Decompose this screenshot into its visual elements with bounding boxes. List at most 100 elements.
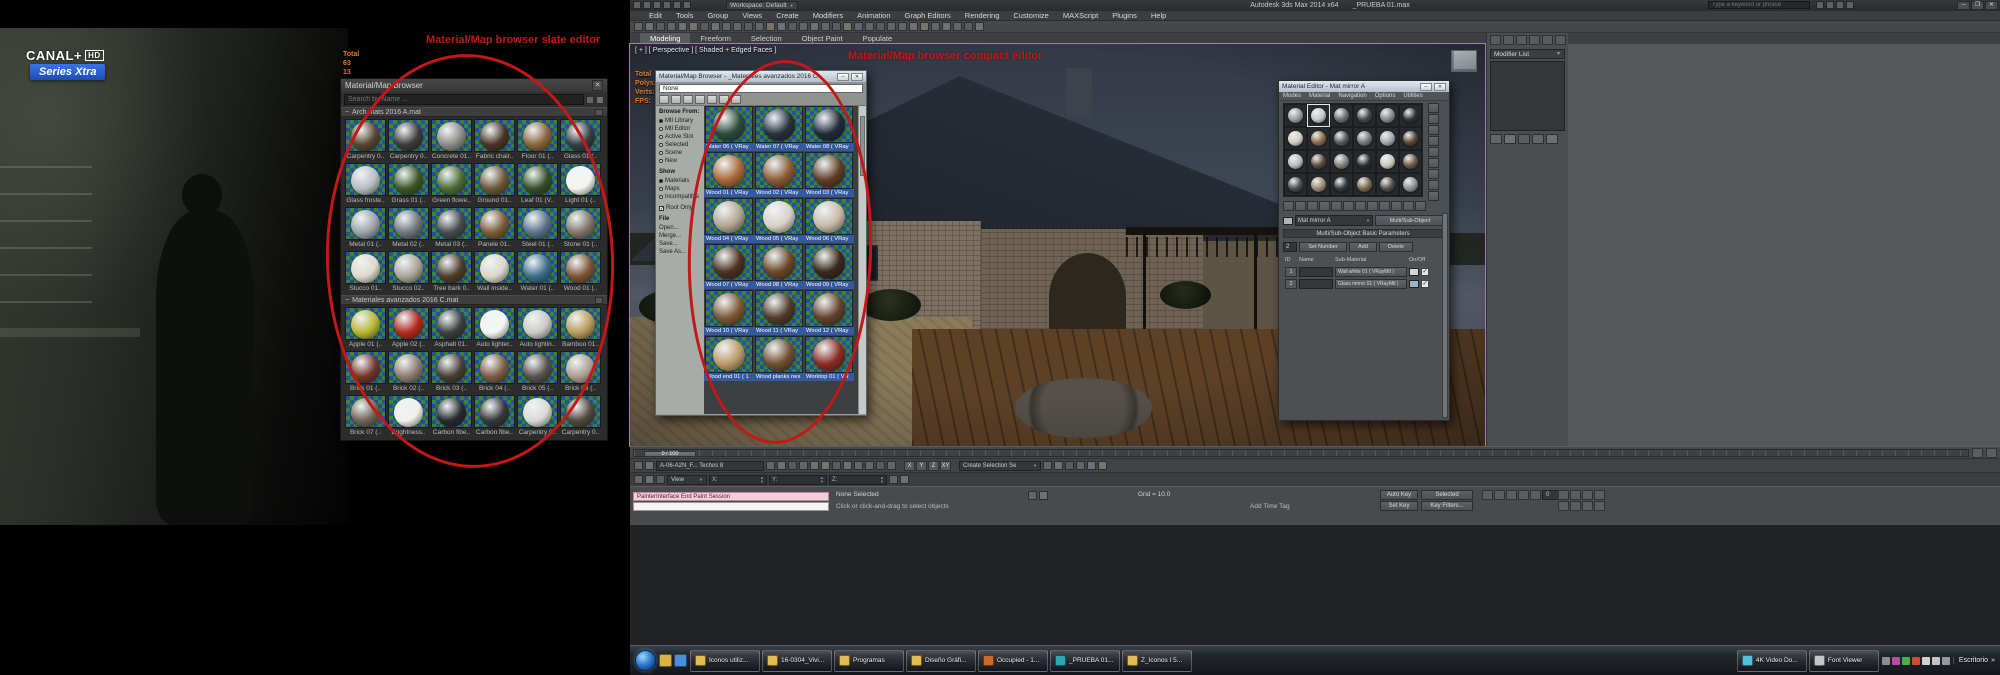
make-material-copy-icon[interactable]: [1331, 201, 1342, 211]
root-only-option[interactable]: ✓ Root Only: [659, 204, 704, 212]
library-group-header[interactable]: − Arch mats 2016 A.mat: [341, 107, 607, 117]
sample-slot[interactable]: [1307, 173, 1330, 196]
show-option[interactable]: Incompatible: [659, 193, 704, 201]
material-thumbnail[interactable]: Auto lightin..: [516, 306, 559, 350]
new-layer-icon[interactable]: [777, 461, 786, 470]
material-color-swatch[interactable]: [1283, 216, 1293, 225]
go-to-end-icon[interactable]: [1530, 490, 1541, 500]
sign-in-icon[interactable]: [1836, 1, 1844, 9]
material-editor-options-icon[interactable]: [1428, 169, 1439, 179]
modifier-stack-list[interactable]: [1490, 61, 1565, 131]
submaterial-id-button[interactable]: 1: [1285, 267, 1297, 277]
edit-named-selection-sets-icon[interactable]: [865, 22, 874, 31]
material-thumbnail[interactable]: Wood end 01 ( 1: [704, 336, 754, 382]
snapshot-icon[interactable]: [887, 461, 896, 470]
mirror-icon[interactable]: [788, 461, 797, 470]
set-key-button[interactable]: Set Key: [1380, 501, 1418, 511]
modify-icon[interactable]: [1503, 35, 1514, 45]
next-frame-icon[interactable]: [1518, 490, 1529, 500]
submaterial-name-field[interactable]: [1299, 267, 1333, 277]
file-menu-item[interactable]: Save As...: [659, 248, 704, 256]
material-thumbnail[interactable]: Metal 01 (..: [344, 206, 387, 250]
pan-view-icon[interactable]: [1570, 501, 1581, 511]
network-icon[interactable]: [1931, 656, 1940, 665]
library-group-header[interactable]: − Materiales avanzados 2016 C.mat: [341, 295, 607, 305]
menu-item[interactable]: MAXScript: [1056, 11, 1105, 21]
browse-from-option[interactable]: New: [659, 157, 704, 165]
motion-icon[interactable]: [1529, 35, 1540, 45]
menu-item[interactable]: Animation: [850, 11, 897, 21]
vertical-scrollbar[interactable]: [858, 106, 866, 414]
material-thumbnail[interactable]: Wood planks nes: [754, 336, 804, 382]
transform-gizmo-icon[interactable]: [656, 475, 665, 484]
viewcube[interactable]: [1451, 50, 1477, 72]
language-es-icon[interactable]: [1941, 656, 1950, 665]
material-thumbnail[interactable]: Apple 02 (..: [387, 306, 430, 350]
configure-modifier-sets-icon[interactable]: [1546, 134, 1558, 144]
pick-material-from-object-icon[interactable]: [1415, 201, 1426, 211]
delete-button[interactable]: Delete: [1379, 242, 1413, 252]
submaterial-button[interactable]: Wall white 01 ( VRayMtl ): [1335, 267, 1407, 277]
taskbar-button[interactable]: 4K Video Do...: [1736, 649, 1807, 672]
modifier-list-dropdown[interactable]: Modifier List ▼: [1490, 49, 1565, 59]
view-dropdown[interactable]: View ▼: [667, 474, 707, 485]
open-file-icon[interactable]: [653, 1, 661, 9]
material-preview-icon[interactable]: [659, 95, 669, 104]
file-menu-item[interactable]: Open...: [659, 224, 704, 232]
orbit-icon[interactable]: [1582, 501, 1593, 511]
material-thumbnail[interactable]: Brick 05 (..: [516, 350, 559, 394]
hidden-icons-chevron-icon[interactable]: [1881, 656, 1890, 665]
dropdown-icon[interactable]: [586, 95, 594, 104]
material-name-dropdown[interactable]: Mat mirror A ▼: [1295, 215, 1373, 226]
coordinate-field[interactable]: Z: ▲ ▼: [829, 474, 887, 485]
sample-slot[interactable]: [1376, 127, 1399, 150]
sample-slot[interactable]: [1330, 127, 1353, 150]
menu-item[interactable]: Options: [1371, 93, 1400, 99]
select-and-move-icon[interactable]: [744, 22, 753, 31]
material-thumbnail[interactable]: Wood 08 ( VRay: [754, 244, 804, 290]
sample-slot[interactable]: [1353, 173, 1376, 196]
align-icon[interactable]: [887, 22, 896, 31]
internet-browser-icon[interactable]: [674, 654, 687, 667]
material-thumbnail[interactable]: Carpentry 0..: [559, 394, 602, 438]
grid-snap-icon[interactable]: [889, 475, 898, 484]
selection-lock-icon[interactable]: [634, 475, 643, 484]
menu-item[interactable]: Modes: [1279, 93, 1305, 99]
material-thumbnail[interactable]: Carbon fibe..: [430, 394, 473, 438]
sample-slot[interactable]: [1353, 104, 1376, 127]
material-thumbnail[interactable]: Tree bark 0..: [430, 250, 473, 294]
sample-slot[interactable]: [1376, 173, 1399, 196]
material-thumbnail[interactable]: Carpentry 0..: [344, 118, 387, 162]
vertical-scrollbar[interactable]: [1442, 213, 1448, 418]
sample-slot[interactable]: [1284, 173, 1307, 196]
sample-slot[interactable]: [1399, 150, 1422, 173]
material-thumbnail[interactable]: Green flowe..: [430, 162, 473, 206]
close-icon[interactable]: ✕: [851, 72, 863, 81]
material-thumbnail[interactable]: Wood 01 ( VRay: [704, 152, 754, 198]
material-thumbnail[interactable]: Brick 06 (..: [559, 350, 602, 394]
graphite-ribbon-toggle-icon[interactable]: [909, 22, 918, 31]
undo-icon[interactable]: [667, 22, 676, 31]
array-icon[interactable]: [876, 461, 885, 470]
swift-loop-icon[interactable]: [1065, 461, 1074, 470]
material-thumbnail[interactable]: Wood 01 (..: [559, 250, 602, 294]
menu-item[interactable]: Modifiers: [806, 11, 850, 21]
rendered-frame-window-icon[interactable]: [964, 22, 973, 31]
submaterial-color-swatch[interactable]: [1409, 280, 1419, 288]
material-id-channel-icon[interactable]: [1355, 201, 1366, 211]
scrollbar-thumb[interactable]: [860, 116, 865, 176]
window-crossing-toggle-icon[interactable]: [733, 22, 742, 31]
background-icon[interactable]: [1428, 125, 1439, 135]
material-thumbnail[interactable]: Fabric chair..: [473, 118, 516, 162]
select-and-link-icon[interactable]: [634, 22, 643, 31]
zoom-all-icon[interactable]: [1570, 490, 1581, 500]
browse-from-option[interactable]: Scene: [659, 149, 704, 157]
layer-list-icon[interactable]: [766, 461, 775, 470]
submaterial-button[interactable]: Glass mirror 01 ( VRayMtl ): [1335, 279, 1407, 289]
workspace-dropdown[interactable]: Workspace: Default ▼: [726, 1, 798, 10]
time-slider-track[interactable]: 0 / 100: [633, 448, 1969, 457]
sample-slot[interactable]: [1330, 150, 1353, 173]
taskbar-button[interactable]: Z_Iconos I 5...: [1122, 649, 1192, 672]
active-layer-field[interactable]: A-06-A2N_F... Techos 8: [656, 460, 764, 471]
auto-key-button[interactable]: Auto Key: [1380, 490, 1418, 500]
